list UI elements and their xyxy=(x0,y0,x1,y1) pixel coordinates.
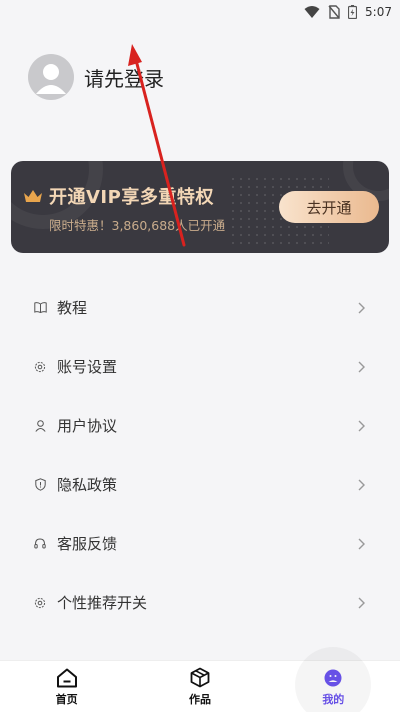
menu-item-personalized-recommendation[interactable]: 个性推荐开关 xyxy=(0,573,400,632)
status-time: 5:07 xyxy=(365,5,392,19)
tab-home[interactable]: 首页 xyxy=(0,661,133,712)
home-icon xyxy=(56,667,78,689)
book-icon xyxy=(33,301,47,315)
tab-mine[interactable]: 我的 xyxy=(267,661,400,712)
vip-subtitle: 限时特惠！3,860,688人已开通 xyxy=(49,218,226,233)
chevron-right-icon xyxy=(358,597,365,608)
default-avatar-icon[interactable] xyxy=(28,54,74,100)
menu-item-account-settings[interactable]: 账号设置 xyxy=(0,337,400,396)
vip-promo-card[interactable]: 开通VIP享多重特权 限时特惠！3,860,688人已开通 去开通 xyxy=(11,161,389,253)
menu-item-privacy-policy[interactable]: 隐私政策 xyxy=(0,455,400,514)
bottom-tab-bar: 首页 作品 我的 xyxy=(0,660,400,712)
menu-item-tutorial[interactable]: 教程 xyxy=(0,278,400,337)
menu-item-label: 教程 xyxy=(57,299,88,317)
vip-title: 开通VIP享多重特权 xyxy=(49,187,214,208)
profile-header[interactable]: 请先登录 xyxy=(28,54,164,100)
menu-item-label: 个性推荐开关 xyxy=(57,594,148,612)
chevron-right-icon xyxy=(358,302,365,313)
wifi-icon xyxy=(304,6,320,18)
chevron-right-icon xyxy=(358,538,365,549)
no-sim-icon xyxy=(328,5,340,19)
profile-face-icon xyxy=(322,667,344,689)
battery-charging-icon xyxy=(348,5,358,19)
gear-icon xyxy=(33,360,47,374)
vip-title-row: 开通VIP享多重特权 xyxy=(23,183,214,209)
menu-item-label: 客服反馈 xyxy=(57,535,118,553)
gear-icon xyxy=(33,596,47,610)
chevron-right-icon xyxy=(358,361,365,372)
shield-icon xyxy=(33,478,47,492)
crown-icon xyxy=(24,190,42,202)
menu-item-label: 用户协议 xyxy=(57,417,118,435)
menu-item-customer-feedback[interactable]: 客服反馈 xyxy=(0,514,400,573)
login-prompt[interactable]: 请先登录 xyxy=(84,63,164,92)
headset-icon xyxy=(33,537,47,551)
tab-label: 我的 xyxy=(322,692,345,706)
status-bar: 5:07 xyxy=(0,0,400,24)
user-icon xyxy=(33,419,47,433)
tab-works[interactable]: 作品 xyxy=(133,661,266,712)
tab-label: 首页 xyxy=(55,692,78,706)
chevron-right-icon xyxy=(358,420,365,431)
activate-vip-button[interactable]: 去开通 xyxy=(279,191,379,223)
settings-menu: 教程 账号设置 用户协议 隐私政策 客服反馈 个性推荐开关 xyxy=(0,278,400,632)
tab-label: 作品 xyxy=(188,692,211,706)
menu-item-label: 隐私政策 xyxy=(57,476,118,494)
cube-icon xyxy=(189,667,211,689)
menu-item-label: 账号设置 xyxy=(57,358,118,376)
chevron-right-icon xyxy=(358,479,365,490)
menu-item-user-agreement[interactable]: 用户协议 xyxy=(0,396,400,455)
